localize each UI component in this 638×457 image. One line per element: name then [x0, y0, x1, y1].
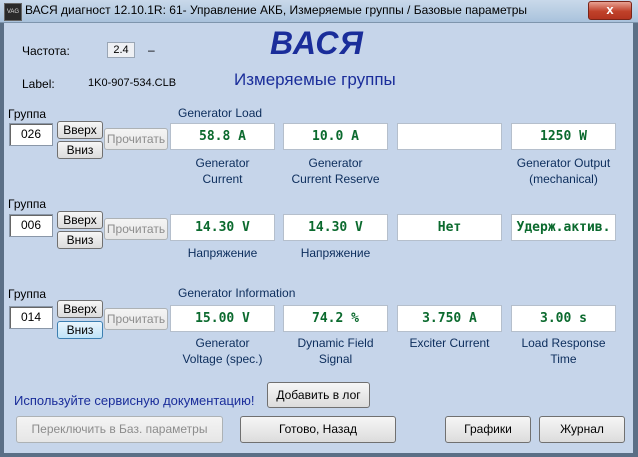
group3-read-button[interactable]: Прочитать — [104, 308, 168, 330]
group3-field3-caption: Exciter Current — [409, 336, 490, 350]
service-doc-note: Используйте сервисную документацию! — [14, 393, 255, 408]
close-icon: x — [606, 2, 614, 17]
graphs-button[interactable]: Графики — [445, 416, 531, 443]
group3-field3-value: 3.750 A — [397, 305, 502, 332]
journal-button[interactable]: Журнал — [539, 416, 625, 443]
group2-up-button[interactable]: Вверх — [57, 211, 103, 229]
frequency-value: 2.4 — [107, 42, 135, 58]
group2-field2-value: 14.30 V — [283, 214, 388, 241]
group3-field4-caption: Load Response Time — [521, 336, 606, 366]
group1-label: Группа — [8, 107, 47, 121]
group3-label: Группа — [8, 287, 47, 301]
main-panel: Частота: 2.4 – Label: 1K0-907-534.CLB ВА… — [4, 23, 633, 453]
group2-number-input[interactable]: 006 — [9, 214, 53, 237]
group1-field3-value — [397, 123, 502, 150]
group1-field4-caption: Generator Output (mechanical) — [516, 156, 611, 186]
group2-field1-value: 14.30 V — [170, 214, 275, 241]
group1-title: Generator Load — [178, 106, 263, 120]
group3-down-button[interactable]: Вниз — [57, 321, 103, 339]
group3-title: Generator Information — [178, 286, 296, 300]
group1-field4-value: 1250 W — [511, 123, 616, 150]
group1-read-button[interactable]: Прочитать — [104, 128, 168, 150]
group2-read-button[interactable]: Прочитать — [104, 218, 168, 240]
page-subtitle: Измеряемые группы — [234, 70, 396, 89]
group1-field1-caption: Generator Current — [195, 156, 250, 186]
group1-down-button[interactable]: Вниз — [57, 141, 103, 159]
group3-up-button[interactable]: Вверх — [57, 300, 103, 318]
app-icon: VAG — [4, 3, 22, 21]
title-bar: VAG ВАСЯ диагност 12.10.1R: 61- Управлен… — [0, 0, 638, 23]
window-title: ВАСЯ диагност 12.10.1R: 61- Управление А… — [25, 3, 528, 17]
add-to-log-button[interactable]: Добавить в лог — [267, 382, 370, 408]
close-button[interactable]: x — [588, 1, 632, 20]
group1-up-button[interactable]: Вверх — [57, 121, 103, 139]
group1-field2-caption: Generator Current Reserve — [291, 156, 380, 186]
group2-field3-value: Нет — [397, 214, 502, 241]
group3-field1-caption: Generator Voltage (spec.) — [182, 336, 263, 366]
group1-field1-value: 58.8 A — [170, 123, 275, 150]
group2-label: Группа — [8, 197, 47, 211]
group3-field4-value: 3.00 s — [511, 305, 616, 332]
group3-field1-value: 15.00 V — [170, 305, 275, 332]
done-back-button[interactable]: Готово, Назад — [240, 416, 396, 443]
switch-basic-params-button[interactable]: Переключить в Баз. параметры — [16, 416, 223, 443]
group1-number-input[interactable]: 026 — [9, 123, 53, 146]
frequency-dash: – — [148, 43, 155, 57]
frequency-label: Частота: — [22, 44, 70, 58]
group2-field4-value: Удерж.актив. — [511, 214, 616, 241]
group2-field2-caption: Напряжение — [300, 246, 371, 260]
group3-field2-value: 74.2 % — [283, 305, 388, 332]
group2-field1-caption: Напряжение — [187, 246, 258, 260]
group3-number-input[interactable]: 014 — [9, 306, 53, 329]
brand-title: ВАСЯ — [270, 25, 364, 61]
label-value: 1K0-907-534.CLB — [88, 77, 177, 89]
group1-field2-value: 10.0 A — [283, 123, 388, 150]
group3-field2-caption: Dynamic Field Signal — [297, 336, 374, 366]
label-caption: Label: — [22, 77, 55, 91]
group2-down-button[interactable]: Вниз — [57, 231, 103, 249]
